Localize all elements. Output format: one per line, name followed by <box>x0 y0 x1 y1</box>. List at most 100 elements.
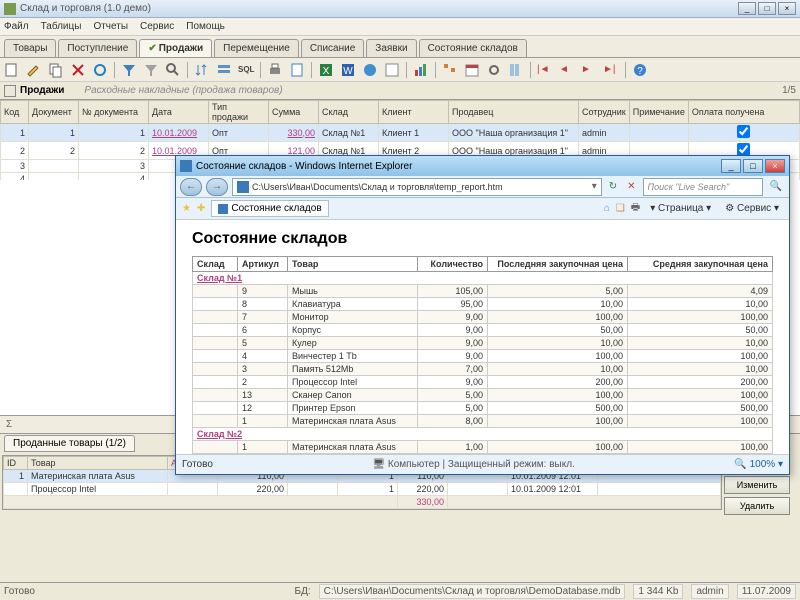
col-doc[interactable]: Документ <box>29 101 79 124</box>
next-icon[interactable]: ► <box>581 62 597 78</box>
edit-button[interactable]: Изменить <box>724 476 790 494</box>
paid-checkbox[interactable] <box>737 125 750 138</box>
tab-sold-items[interactable]: Проданные товары (1/2) <box>4 435 135 452</box>
col-emp[interactable]: Сотрудник <box>579 101 630 124</box>
refresh-button[interactable]: ↻ <box>606 181 620 192</box>
export-csv-icon[interactable] <box>384 62 400 78</box>
menubar: Файл Таблицы Отчеты Сервис Помощь <box>0 18 800 36</box>
report-row: 1Материнская плата Asus1,00100,00100,00 <box>193 441 773 454</box>
close-button[interactable]: × <box>778 2 796 15</box>
tree-icon[interactable] <box>442 62 458 78</box>
popup-close-button[interactable]: × <box>765 159 785 173</box>
menu-reports[interactable]: Отчеты <box>93 21 128 32</box>
search-input[interactable]: Поиск "Live Search" <box>643 178 763 196</box>
detail-row[interactable]: Процессор Intel 220,001 220,0010.01.2009… <box>4 483 721 496</box>
col-docnum[interactable]: № документа <box>79 101 149 124</box>
report-table: Склад Артикул Товар Количество Последняя… <box>192 256 773 456</box>
prev-icon[interactable]: ◄ <box>559 62 575 78</box>
tab-incoming[interactable]: Поступление <box>58 39 137 57</box>
chart-icon[interactable] <box>413 62 429 78</box>
first-icon[interactable]: |◄ <box>537 62 553 78</box>
print-icon[interactable] <box>267 62 283 78</box>
col-note[interactable]: Примечание <box>629 101 688 124</box>
preview-icon[interactable] <box>289 62 305 78</box>
col-client[interactable]: Клиент <box>379 101 449 124</box>
new-icon[interactable] <box>4 62 20 78</box>
export-excel-icon[interactable]: X <box>318 62 334 78</box>
svg-text:W: W <box>343 66 353 77</box>
last-icon[interactable]: ►| <box>603 62 619 78</box>
menu-help[interactable]: Помощь <box>186 21 225 32</box>
col-type[interactable]: Тип продажи <box>209 101 269 124</box>
ie-status-zone: 🖥 Компьютер | Защищенный режим: выкл. <box>223 459 724 470</box>
tab-stock[interactable]: Состояние складов <box>419 39 527 57</box>
col-code[interactable]: Код <box>1 101 29 124</box>
warehouse-2-header[interactable]: Склад №2 <box>193 428 773 441</box>
calendar-icon[interactable] <box>464 62 480 78</box>
status-user: admin <box>691 584 728 599</box>
col-wh[interactable]: Склад <box>319 101 379 124</box>
menu-tables[interactable]: Таблицы <box>41 21 82 32</box>
tab-transfer[interactable]: Перемещение <box>214 39 299 57</box>
sort-icon[interactable] <box>194 62 210 78</box>
print-ie-icon[interactable]: 🖶 <box>631 200 640 217</box>
minimize-button[interactable]: _ <box>738 2 756 15</box>
tab-goods[interactable]: Товары <box>4 39 56 57</box>
table-row[interactable]: 111 10.01.2009Опт330,00 Склад №1Клиент 1… <box>1 124 800 142</box>
report-heading: Состояние складов <box>192 230 773 248</box>
dcol-item[interactable]: Товар <box>28 457 168 470</box>
home-icon[interactable]: ⌂ <box>604 203 610 214</box>
maximize-button[interactable]: □ <box>758 2 776 15</box>
delete-icon[interactable] <box>70 62 86 78</box>
dropdown-icon[interactable]: ▾ <box>592 181 597 192</box>
sql-icon[interactable]: SQL <box>238 62 254 78</box>
back-button[interactable]: ← <box>180 178 202 196</box>
col-sum[interactable]: Сумма <box>269 101 319 124</box>
export-word-icon[interactable]: W <box>340 62 356 78</box>
feed-icon[interactable]: ❑ <box>616 203 625 214</box>
delete-button[interactable]: Удалить <box>724 497 790 515</box>
tab-writeoff[interactable]: Списание <box>301 39 364 57</box>
popup-maximize-button[interactable]: □ <box>743 159 763 173</box>
menu-file[interactable]: Файл <box>4 21 29 32</box>
app-icon <box>4 3 16 15</box>
copy-icon[interactable] <box>48 62 64 78</box>
url-input[interactable]: C:\Users\Иван\Documents\Склад и торговля… <box>232 178 602 196</box>
export-html-icon[interactable] <box>362 62 378 78</box>
col-date[interactable]: Дата <box>149 101 209 124</box>
forward-button[interactable]: → <box>206 178 228 196</box>
tab-requests[interactable]: Заявки <box>366 39 416 57</box>
report-row: 3Память 512Mb7,0010,0010,00 <box>193 363 773 376</box>
col-seller[interactable]: Продавец <box>449 101 579 124</box>
stop-button[interactable]: ✕ <box>624 181 638 192</box>
add-favorite-icon[interactable]: ✚ <box>197 203 205 214</box>
status-date: 11.07.2009 <box>737 584 796 599</box>
refresh-icon[interactable] <box>92 62 108 78</box>
tab-sales[interactable]: ✔Продажи <box>139 39 212 57</box>
dcol-id[interactable]: ID <box>4 457 28 470</box>
grid-expand-icon[interactable] <box>4 85 16 97</box>
report-body: Состояние складов Склад Артикул Товар Ко… <box>176 220 789 456</box>
browser-tab[interactable]: Состояние складов <box>211 200 328 217</box>
zoom-control[interactable]: 🔍 100% ▾ <box>734 459 783 470</box>
popup-minimize-button[interactable]: _ <box>721 159 741 173</box>
help-icon[interactable]: ? <box>632 62 648 78</box>
favorites-icon[interactable]: ★ <box>182 203 191 214</box>
search-icon[interactable] <box>165 62 181 78</box>
col-paid[interactable]: Оплата получена <box>688 101 799 124</box>
filter-clear-icon[interactable] <box>143 62 159 78</box>
settings-icon[interactable] <box>486 62 502 78</box>
report-row: 7Монитор9,00100,00100,00 <box>193 311 773 324</box>
main-tabbar: Товары Поступление ✔Продажи Перемещение … <box>0 36 800 58</box>
search-go-icon[interactable]: 🔍 <box>767 181 785 192</box>
menu-service[interactable]: Сервис <box>140 21 174 32</box>
filter-icon[interactable] <box>121 62 137 78</box>
tools-menu[interactable]: ⚙ Сервис ▾ <box>721 203 783 214</box>
page-menu[interactable]: ▾ Страница ▾ <box>646 203 715 214</box>
status-size: 1 344 Kb <box>633 584 683 599</box>
group-icon[interactable] <box>216 62 232 78</box>
ie-status-ready: Готово <box>182 459 213 470</box>
columns-icon[interactable] <box>508 62 524 78</box>
edit-icon[interactable] <box>26 62 42 78</box>
warehouse-1-header[interactable]: Склад №1 <box>193 272 773 285</box>
